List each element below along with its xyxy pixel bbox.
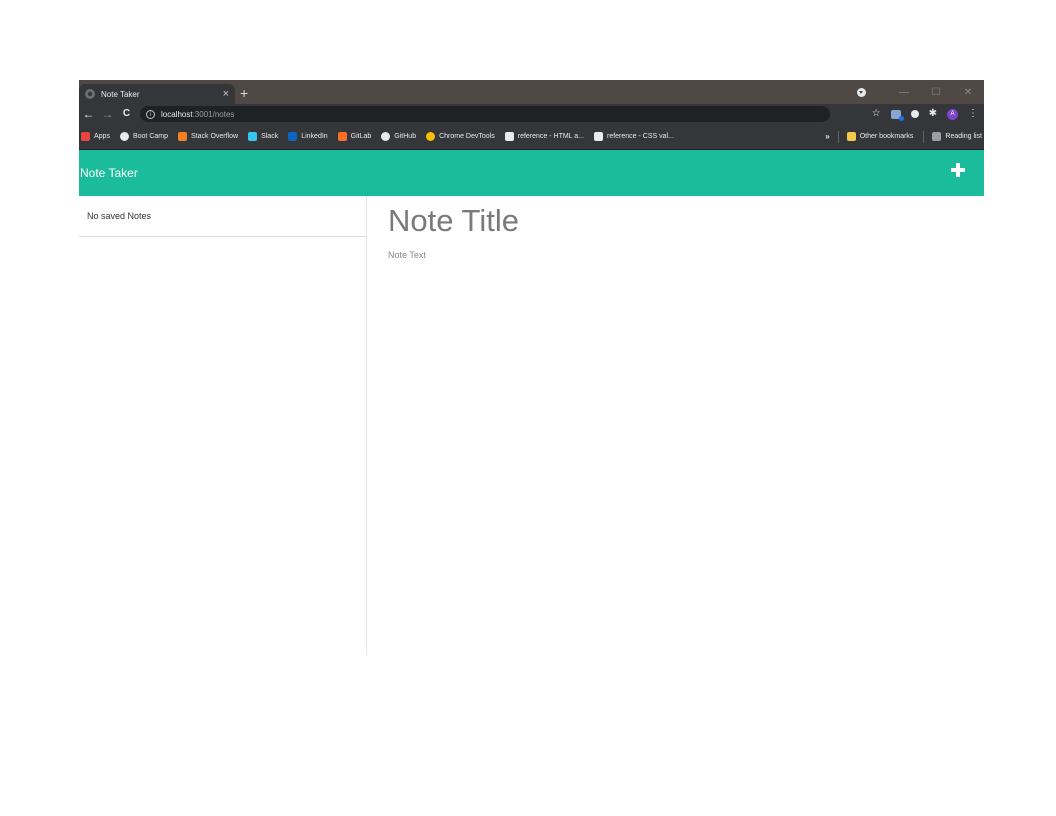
bookmark-label: LinkedIn	[301, 133, 328, 140]
tab-strip: Note Taker × + — ☐ ✕	[79, 80, 984, 104]
bookmark-stack-overflow[interactable]: Stack Overflow	[178, 132, 238, 141]
bookmark-chrome-devtools[interactable]: Chrome DevTools	[426, 132, 495, 141]
extension-badge-icon[interactable]	[890, 109, 904, 121]
bookmarks-right: » Other bookmarks Reading list	[825, 130, 984, 143]
close-tab-icon[interactable]: ×	[223, 89, 229, 100]
globe-icon	[119, 132, 129, 141]
stackoverflow-icon	[178, 132, 187, 141]
linkedin-icon	[288, 132, 298, 141]
new-tab-button[interactable]: +	[240, 86, 248, 100]
bookmark-label: GitLab	[350, 133, 372, 140]
bookmark-linkedin[interactable]: LinkedIn	[288, 132, 328, 141]
bookmark-gitlab[interactable]: GitLab	[337, 132, 372, 141]
mdn-icon	[594, 132, 603, 141]
apps-grid-icon	[81, 132, 90, 141]
bookmark-label: Slack	[261, 133, 279, 140]
bookmark-reference-html-a[interactable]: reference - HTML a...	[504, 132, 584, 141]
browser-window: Note Taker × + — ☐ ✕ ← → C i localhost:3…	[79, 80, 984, 655]
bookmark-boot-camp[interactable]: Boot Camp	[119, 132, 168, 141]
bookmark-slack[interactable]: Slack	[248, 132, 278, 141]
bookmarks-overflow-button[interactable]: »	[825, 132, 829, 141]
separator	[923, 130, 925, 143]
bookmark-label: reference - CSS val...	[607, 133, 674, 140]
tab-search-icon[interactable]	[857, 87, 866, 97]
menu-icon[interactable]: ⋮	[968, 109, 978, 119]
separator	[837, 130, 839, 143]
puzzle-icon[interactable]: ✱	[929, 109, 937, 119]
back-button[interactable]: ←	[79, 108, 98, 120]
toolbar-actions: ☆ ✱ A ⋮	[862, 108, 984, 121]
reload-button[interactable]: C	[117, 108, 136, 120]
bookmark-github[interactable]: GitHub	[381, 132, 416, 141]
app-title[interactable]: Note Taker	[80, 166, 138, 180]
url-text[interactable]: localhost:3001/notes	[161, 110, 234, 119]
bookmark-star-icon[interactable]: ☆	[872, 109, 881, 119]
new-note-plus-icon[interactable]	[951, 163, 965, 177]
minimize-button[interactable]: —	[888, 87, 920, 98]
bookmark-label: reference - HTML a...	[517, 133, 584, 140]
bookmark-label: Stack Overflow	[191, 133, 239, 140]
forward-button[interactable]: →	[98, 108, 117, 120]
tab-title: Note Taker	[101, 89, 140, 99]
profile-avatar[interactable]: A	[947, 108, 958, 120]
bookmark-label: GitHub	[394, 133, 417, 140]
reading-list-label: Reading list	[945, 133, 982, 140]
bookmark-apps[interactable]: Apps	[81, 132, 110, 141]
other-bookmarks-label: Other bookmarks	[859, 133, 914, 140]
address-bar[interactable]: i localhost:3001/notes	[140, 106, 830, 122]
github-icon	[381, 132, 391, 141]
url-host: localhost	[161, 109, 193, 119]
bookmarks-bar: Apps Boot Camp Stack Overflow Slack LinkedIn…	[79, 124, 984, 150]
note-editor: Note Title Note Text	[367, 196, 984, 655]
note-text-input[interactable]: Note Text	[388, 250, 426, 260]
bookmark-label: Boot Camp	[132, 133, 168, 140]
folder-icon	[846, 132, 856, 141]
other-bookmarks[interactable]: Other bookmarks	[846, 132, 914, 141]
empty-notes-item: No saved Notes	[79, 196, 366, 237]
url-path: :3001/notes	[192, 109, 235, 119]
bookmark-reference-css-val[interactable]: reference - CSS val...	[594, 132, 674, 141]
maximize-button[interactable]: ☐	[920, 87, 952, 98]
chrome-icon	[426, 132, 436, 141]
info-icon[interactable]: i	[146, 109, 155, 119]
browser-toolbar: ← → C i localhost:3001/notes ☆ ✱ A ⋮	[79, 104, 984, 124]
reading-list[interactable]: Reading list	[932, 132, 982, 141]
notes-sidebar: No saved Notes	[79, 196, 367, 655]
app-navbar: Note Taker	[79, 150, 984, 196]
slack-icon	[248, 132, 258, 141]
globe-icon	[85, 89, 95, 99]
gitlab-icon	[337, 132, 347, 141]
reading-list-icon	[932, 132, 942, 141]
bookmark-label: Apps	[94, 133, 110, 140]
bookmark-label: Chrome DevTools	[439, 133, 495, 140]
window-controls: — ☐ ✕	[857, 80, 984, 104]
tab-note-taker[interactable]: Note Taker ×	[79, 84, 235, 104]
extension-icon[interactable]	[910, 110, 919, 118]
close-window-button[interactable]: ✕	[952, 87, 984, 98]
mdn-icon	[504, 132, 514, 141]
note-title-input[interactable]: Note Title	[388, 203, 519, 239]
